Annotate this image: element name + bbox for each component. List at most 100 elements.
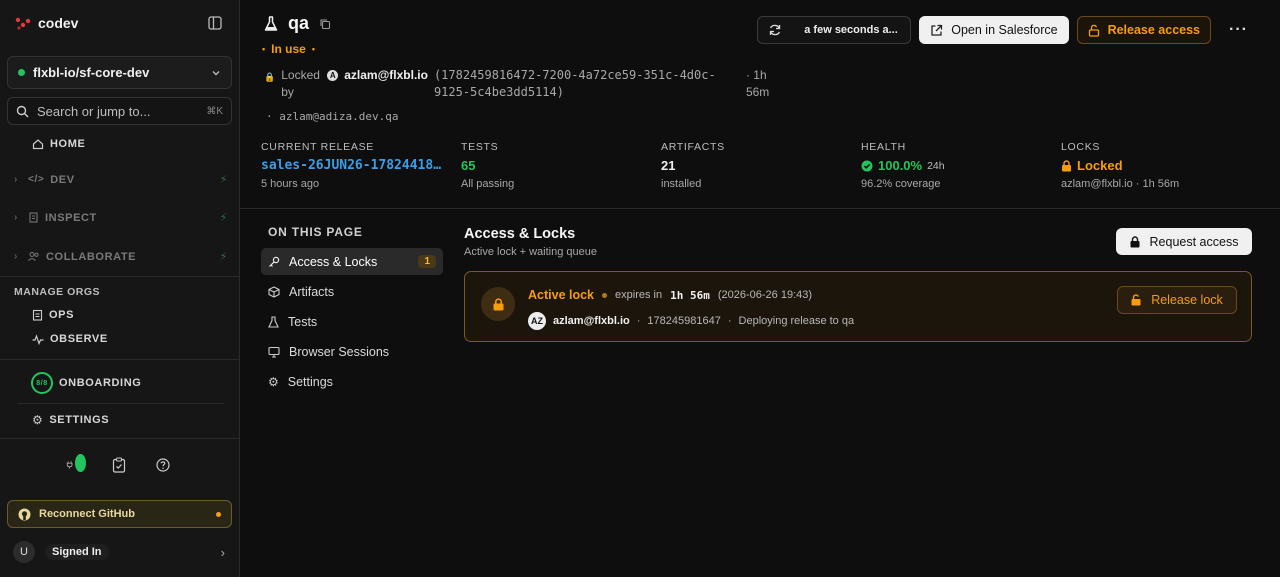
nav-collaborate-label: COLLABORATE — [46, 250, 137, 263]
last-refreshed-label: a few seconds a... — [804, 24, 898, 36]
code-icon: </> — [28, 174, 45, 185]
divider — [240, 208, 1280, 209]
signed-in-badge: Signed In — [45, 544, 109, 560]
checklist-icon[interactable] — [110, 456, 128, 474]
sparkle-icon: ⚡ — [219, 251, 228, 263]
github-icon — [18, 508, 31, 520]
lock-email: · azlam@adiza.dev.qa — [266, 110, 399, 123]
lock-icon-circle — [481, 287, 515, 321]
toc-item-settings[interactable]: ⚙ Settings — [261, 368, 443, 395]
nav-observe[interactable]: OBSERVE — [32, 333, 222, 345]
request-access-button[interactable]: Request access — [1116, 228, 1252, 255]
separator: · — [636, 315, 641, 327]
org-name: flxbl-io/sf-core-dev — [33, 65, 150, 80]
nav-onboarding[interactable]: 8/8 ONBOARDING — [31, 372, 221, 394]
release-link[interactable]: sales-26JUN26-17824418... — [261, 158, 447, 173]
summary-stats: CURRENT RELEASE sales-26JUN26-17824418..… — [261, 141, 1261, 190]
search-input[interactable]: Search or jump to... ⌘K — [7, 97, 232, 125]
nav-settings-label: SETTINGS — [49, 414, 110, 426]
nav-inspect-label: INSPECT — [45, 211, 97, 224]
stat-sub: 5 hours ago — [261, 178, 320, 190]
refresh-button[interactable]: a few seconds a... — [757, 16, 912, 44]
toc-item-tests[interactable]: Tests — [261, 308, 443, 335]
release-lock-label: Release lock — [1151, 293, 1223, 307]
open-in-salesforce-button[interactable]: Open in Salesforce — [919, 16, 1069, 44]
active-lock-card: Active lock expires in 1h 56m (2026-06-2… — [464, 271, 1252, 342]
plug-icon[interactable] — [66, 454, 86, 474]
flask-icon — [264, 15, 278, 31]
org-switcher[interactable]: flxbl-io/sf-core-dev — [7, 56, 232, 89]
nav-inspect[interactable]: › INSPECT ⚡ — [14, 211, 228, 225]
status-badge: • In use • — [262, 42, 315, 56]
separator: · — [727, 315, 732, 327]
nav-home[interactable]: HOME — [32, 138, 222, 150]
stat-sub: installed — [661, 178, 702, 190]
nav-observe-label: OBSERVE — [50, 333, 108, 345]
section-title: Access & Locks — [464, 226, 576, 242]
locked-by-user: azlam@flxbl.io — [344, 68, 428, 82]
health-window: 24h — [927, 159, 945, 172]
nav-collaborate[interactable]: › COLLABORATE ⚡ — [14, 250, 228, 264]
nav-settings[interactable]: ⚙ SETTINGS — [32, 413, 222, 427]
reconnect-github-label: Reconnect GitHub — [39, 508, 135, 520]
toc-item-access-locks[interactable]: Access & Locks 1 — [261, 248, 443, 275]
release-lock-button[interactable]: Release lock — [1117, 286, 1237, 314]
stat-label: CURRENT RELEASE — [261, 141, 374, 153]
search-shortcut: ⌘K — [206, 105, 223, 117]
unlock-icon — [1131, 294, 1141, 306]
avatar: A — [327, 70, 339, 81]
stat-tests: TESTS 65 All passing — [461, 141, 661, 190]
stat-value: 65 — [461, 158, 476, 173]
toc-item-label: Browser Sessions — [289, 344, 390, 359]
manage-orgs-label: MANAGE ORGS — [14, 286, 101, 298]
bullet-icon: • — [311, 44, 315, 54]
toc-item-label: Tests — [288, 314, 318, 329]
lock-icon — [493, 297, 503, 310]
avatar: AZ — [528, 312, 546, 330]
sparkle-icon: ⚡ — [219, 174, 228, 186]
lock-icon — [1130, 235, 1140, 247]
stat-sub: azlam@flxbl.io · 1h 56m — [1061, 178, 1180, 190]
page-title: qa — [288, 13, 310, 33]
reconnect-github-button[interactable]: Reconnect GitHub — [7, 500, 232, 528]
chevron-right-icon: › — [14, 251, 18, 262]
key-icon — [269, 256, 280, 267]
nav-ops-label: OPS — [49, 309, 75, 321]
stat-locks: LOCKS Locked azlam@flxbl.io · 1h 56m — [1061, 141, 1261, 190]
help-icon[interactable] — [154, 456, 172, 474]
bullet-icon: • — [262, 44, 266, 54]
monitor-icon — [268, 346, 280, 358]
user-menu[interactable]: U Signed In › — [13, 541, 225, 563]
brand-logo[interactable]: codev — [14, 14, 78, 32]
refresh-icon — [770, 24, 781, 36]
clipboard-icon — [32, 309, 43, 321]
copy-icon[interactable] — [319, 18, 331, 30]
toc-item-browser-sessions[interactable]: Browser Sessions — [261, 338, 443, 365]
release-access-button[interactable]: Release access — [1076, 16, 1212, 44]
stat-sub: All passing — [461, 178, 515, 190]
toc-item-label: Artifacts — [289, 284, 335, 299]
stat-label: LOCKS — [1061, 141, 1101, 153]
expires-label: expires in — [615, 289, 663, 301]
release-access-label: Release access — [1107, 23, 1201, 37]
more-options-icon[interactable]: ··· — [1219, 21, 1258, 39]
toc-item-artifacts[interactable]: Artifacts — [261, 278, 443, 305]
lock-holder-line: AZ azlam@flxbl.io · 178245981647 · Deplo… — [528, 312, 854, 330]
sidebar-collapse-icon[interactable] — [208, 16, 222, 30]
nav-ops[interactable]: OPS — [32, 309, 222, 321]
open-in-salesforce-label: Open in Salesforce — [951, 23, 1058, 37]
sparkle-icon: ⚡ — [219, 212, 228, 224]
lock-status-line: Active lock expires in 1h 56m (2026-06-2… — [528, 288, 812, 302]
flask-icon — [268, 315, 279, 328]
warning-dot — [216, 511, 221, 517]
activity-icon — [32, 333, 44, 345]
lock-note: Deploying release to qa — [738, 315, 855, 327]
nav-dev[interactable]: › </> DEV ⚡ — [14, 173, 228, 187]
check-circle-icon — [861, 160, 873, 171]
onboarding-progress-ring: 8/8 — [31, 372, 53, 394]
lock-info: 🔒 Locked by A azlam@flxbl.io (1782459816… — [264, 67, 776, 101]
inspect-icon — [29, 212, 38, 223]
lock-duration: · 1h 56m — [745, 68, 770, 99]
locked-by-label: Locked by — [281, 68, 320, 99]
toc-title: ON THIS PAGE — [268, 225, 363, 239]
